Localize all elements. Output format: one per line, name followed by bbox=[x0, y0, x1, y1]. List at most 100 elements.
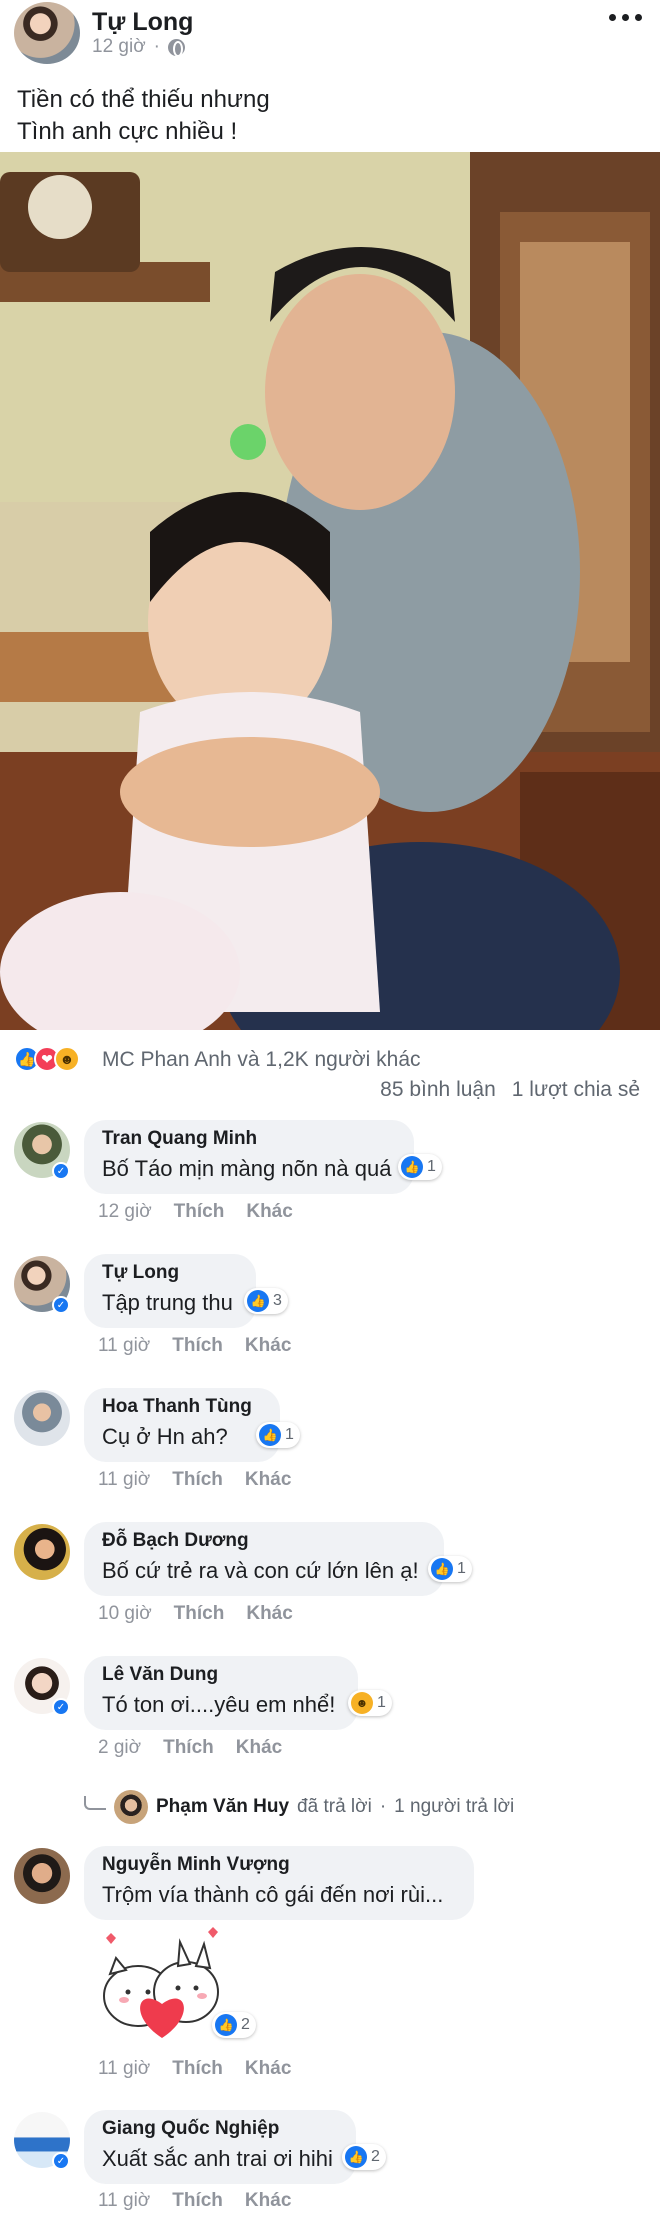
comment-bubble[interactable]: Giang Quốc Nghiệp Xuất sắc anh trai ơi h… bbox=[84, 2110, 356, 2184]
photo-illustration bbox=[0, 152, 660, 1030]
comment-author[interactable]: Tran Quang Minh bbox=[102, 1128, 396, 1150]
more-button[interactable]: Khác bbox=[245, 2058, 291, 2080]
comment-time[interactable]: 2 giờ bbox=[98, 1737, 141, 1759]
laughing-face-icon: ☻ bbox=[54, 1046, 80, 1072]
reply-summary[interactable]: Phạm Văn Huy đã trả lời · 1 người trả lờ… bbox=[84, 1790, 514, 1824]
comment-bubble[interactable]: Đỗ Bạch Dương Bố cứ trẻ ra và con cứ lớn… bbox=[84, 1522, 444, 1596]
comment-text: Tó ton ơi....yêu em nhể! bbox=[102, 1692, 336, 1717]
post-text-line: Tiền có thể thiếu nhưng bbox=[17, 86, 270, 113]
like-button[interactable]: Thích bbox=[172, 1469, 223, 1491]
reply-count[interactable]: 1 người trả lời bbox=[394, 1796, 514, 1818]
comments-count[interactable]: 85 bình luận bbox=[380, 1078, 496, 1102]
comment-time[interactable]: 11 giờ bbox=[98, 1469, 150, 1491]
comment-bubble[interactable]: Tran Quang Minh Bố Táo mịn màng nõn nà q… bbox=[84, 1120, 414, 1194]
comment-actions: 11 giờ Thích Khác bbox=[98, 1335, 291, 1357]
comment-actions: 12 giờ Thích Khác bbox=[98, 1201, 293, 1223]
post-author-avatar[interactable] bbox=[14, 2, 80, 64]
like-button[interactable]: Thích bbox=[163, 1737, 214, 1759]
thumbs-up-icon: 👍 bbox=[215, 2014, 237, 2036]
comment-time[interactable]: 11 giờ bbox=[98, 2190, 150, 2212]
comment-actions: 11 giờ Thích Khác bbox=[98, 2058, 291, 2080]
comment-reaction-count[interactable]: 👍 1 bbox=[256, 1422, 300, 1448]
post-meta: 12 giờ · bbox=[92, 36, 185, 58]
comment-time[interactable]: 10 giờ bbox=[98, 1603, 152, 1625]
comment-author[interactable]: Giang Quốc Nghiệp bbox=[102, 2118, 338, 2140]
comment-time[interactable]: 11 giờ bbox=[98, 1335, 150, 1357]
comment-reaction-count[interactable]: ☻ 1 bbox=[348, 1690, 392, 1716]
comment-avatar[interactable] bbox=[14, 1848, 70, 1904]
reactions-text[interactable]: MC Phan Anh và 1,2K người khác bbox=[102, 1048, 421, 1072]
comment-reaction-count[interactable]: 👍 2 bbox=[212, 2012, 256, 2038]
thumbs-up-icon: 👍 bbox=[345, 2146, 367, 2168]
verified-badge-icon: ✓ bbox=[52, 1296, 70, 1314]
thumbs-up-icon: 👍 bbox=[247, 1290, 269, 1312]
comment-text: Xuất sắc anh trai ơi hihi bbox=[102, 2146, 333, 2171]
more-button[interactable]: Khác bbox=[245, 2190, 291, 2212]
comment-author[interactable]: Nguyễn Minh Vượng bbox=[102, 1854, 456, 1876]
more-button[interactable]: Khác bbox=[245, 1469, 291, 1491]
comment-sticker[interactable] bbox=[98, 1926, 228, 2042]
comment-text: Bố Táo mịn màng nõn nà quá bbox=[102, 1156, 392, 1181]
post-text-line: Tình anh cực nhiều ! bbox=[17, 118, 238, 145]
comment-author[interactable]: Lê Văn Dung bbox=[102, 1664, 340, 1686]
comment-bubble[interactable]: Lê Văn Dung Tó ton ơi....yêu em nhể! bbox=[84, 1656, 358, 1730]
post-time[interactable]: 12 giờ bbox=[92, 36, 146, 58]
sticker-cats-heart-icon bbox=[103, 1927, 219, 2038]
thumbs-up-icon: 👍 bbox=[431, 1558, 453, 1580]
more-button[interactable]: Khác bbox=[246, 1201, 292, 1223]
verified-badge-icon: ✓ bbox=[52, 2152, 70, 2170]
comment-avatar[interactable] bbox=[14, 1524, 70, 1580]
reaction-count: 2 bbox=[371, 2148, 380, 2165]
comment-reaction-count[interactable]: 👍 2 bbox=[342, 2144, 386, 2170]
more-button[interactable]: Khác bbox=[246, 1603, 292, 1625]
post-text: Tiền có thể thiếu nhưng Tình anh cực nhi… bbox=[17, 84, 270, 148]
thumbs-up-icon: 👍 bbox=[259, 1424, 281, 1446]
post-counts: 85 bình luận 1 lượt chia sẻ bbox=[380, 1078, 640, 1102]
laughing-face-icon: ☻ bbox=[351, 1692, 373, 1714]
comment-avatar[interactable] bbox=[14, 1390, 70, 1446]
thumbs-up-icon: 👍 bbox=[401, 1156, 423, 1178]
shares-count[interactable]: 1 lượt chia sẻ bbox=[512, 1078, 640, 1102]
more-button[interactable]: Khác bbox=[245, 1335, 291, 1357]
post-photo[interactable] bbox=[0, 152, 660, 1030]
reply-author[interactable]: Phạm Văn Huy bbox=[156, 1796, 289, 1818]
privacy-dot: · bbox=[153, 36, 160, 57]
reply-arrow-icon bbox=[84, 1796, 106, 1810]
like-button[interactable]: Thích bbox=[172, 2190, 223, 2212]
globe-icon bbox=[168, 38, 185, 57]
comment-author[interactable]: Tự Long bbox=[102, 1262, 238, 1284]
more-button[interactable]: Khác bbox=[236, 1737, 282, 1759]
reaction-count: 3 bbox=[273, 1292, 282, 1309]
reaction-count: 2 bbox=[241, 2016, 250, 2033]
comment-time[interactable]: 11 giờ bbox=[98, 2058, 150, 2080]
comment-bubble[interactable]: Tự Long Tập trung thu bbox=[84, 1254, 256, 1328]
comment-reaction-count[interactable]: 👍 1 bbox=[428, 1556, 472, 1582]
verified-badge-icon: ✓ bbox=[52, 1698, 70, 1716]
reaction-count: 1 bbox=[377, 1694, 386, 1711]
reaction-count: 1 bbox=[285, 1426, 294, 1443]
comment-author[interactable]: Hoa Thanh Tùng bbox=[102, 1396, 262, 1418]
more-options-icon[interactable] bbox=[609, 14, 642, 21]
comment-bubble[interactable]: Hoa Thanh Tùng Cụ ở Hn ah? bbox=[84, 1388, 280, 1462]
comment-text: Tập trung thu bbox=[102, 1290, 233, 1315]
like-button[interactable]: Thích bbox=[172, 2058, 223, 2080]
comment-time[interactable]: 12 giờ bbox=[98, 1201, 152, 1223]
like-button[interactable]: Thích bbox=[172, 1335, 223, 1357]
comment-bubble[interactable]: Nguyễn Minh Vượng Trộm vía thành cô gái … bbox=[84, 1846, 474, 1920]
comment-text: Bố cứ trẻ ra và con cứ lớn lên ạ! bbox=[102, 1558, 419, 1583]
reply-action: đã trả lời bbox=[297, 1796, 372, 1817]
like-button[interactable]: Thích bbox=[174, 1603, 225, 1625]
post-author-name[interactable]: Tự Long bbox=[92, 8, 193, 37]
comment-actions: 11 giờ Thích Khác bbox=[98, 1469, 291, 1491]
reply-avatar[interactable] bbox=[114, 1790, 148, 1824]
comment-author[interactable]: Đỗ Bạch Dương bbox=[102, 1530, 426, 1552]
comment-actions: 2 giờ Thích Khác bbox=[98, 1737, 282, 1759]
like-button[interactable]: Thích bbox=[174, 1201, 225, 1223]
reaction-summary[interactable]: 👍 ❤ ☻ bbox=[14, 1046, 80, 1072]
comment-reaction-count[interactable]: 👍 1 bbox=[398, 1154, 442, 1180]
comment-reaction-count[interactable]: 👍 3 bbox=[244, 1288, 288, 1314]
comment-text: Trộm vía thành cô gái đến nơi rùi... bbox=[102, 1882, 444, 1907]
verified-badge-icon: ✓ bbox=[52, 1162, 70, 1180]
comment-actions: 11 giờ Thích Khác bbox=[98, 2190, 291, 2212]
comment-actions: 10 giờ Thích Khác bbox=[98, 1603, 293, 1625]
